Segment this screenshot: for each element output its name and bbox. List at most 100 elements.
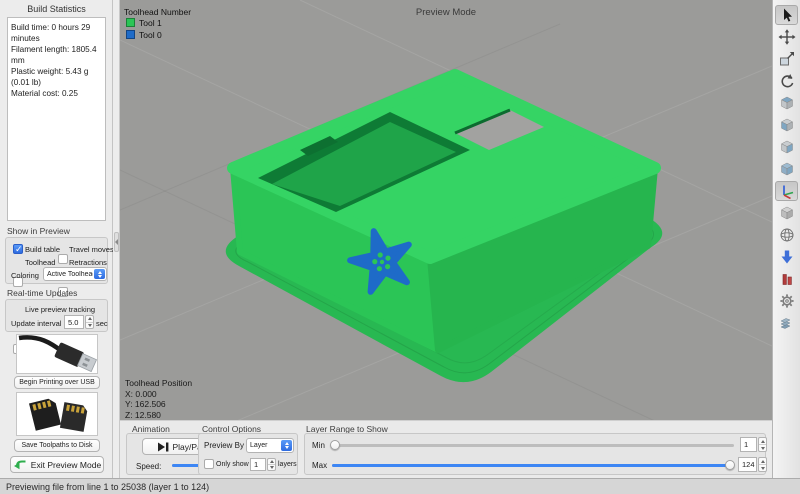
- move-icon: [778, 29, 796, 45]
- tool0-label: Tool 0: [139, 30, 162, 40]
- cube-side-view-icon: [778, 139, 796, 155]
- sd-cards-image[interactable]: [16, 392, 98, 436]
- simplify3d-preview-window: Build Statistics Build time: 0 hours 29 …: [0, 0, 800, 494]
- preview-mode-label: Preview Mode: [120, 7, 772, 18]
- usb-cable-image[interactable]: [16, 334, 98, 374]
- wireframe-sphere-icon: [778, 227, 796, 243]
- back-arrow-icon: [13, 459, 27, 470]
- min-layer-slider[interactable]: [332, 444, 734, 447]
- 3d-model-canvas: [120, 0, 772, 478]
- begin-printing-usb-button[interactable]: Begin Printing over USB: [14, 376, 100, 389]
- cursor-icon: [778, 7, 796, 23]
- stat-build-time: Build time: 0 hours 29 minutes: [11, 22, 102, 44]
- coloring-value: Active Toolhead: [47, 271, 93, 278]
- status-text: Previewing file from line 1 to 25038 (la…: [6, 482, 209, 492]
- toolhead-label: Toolhead: [25, 258, 55, 267]
- only-show-label: Only show: [216, 461, 249, 468]
- preview-3d-viewport[interactable]: Preview Mode Toolhead Number Tool 1 Tool…: [120, 0, 772, 478]
- sd-cards-icon: [17, 393, 97, 435]
- status-bar: Previewing file from line 1 to 25038 (la…: [0, 478, 800, 494]
- only-show-checkbox[interactable]: [204, 459, 214, 469]
- exit-preview-label: Exit Preview Mode: [31, 460, 101, 470]
- axes-icon: [778, 183, 796, 199]
- gear-icon: [778, 293, 796, 309]
- settings-button[interactable]: [775, 291, 798, 311]
- scale-tool[interactable]: [775, 49, 798, 69]
- max-slider-knob[interactable]: [725, 460, 735, 470]
- wireframe-toggle[interactable]: [775, 225, 798, 245]
- blue-down-arrow-icon: [778, 249, 796, 265]
- tool1-label: Tool 1: [139, 18, 162, 28]
- view-toolbar: [772, 0, 800, 478]
- coordinate-axes-toggle[interactable]: [775, 181, 798, 201]
- stat-material-cost: Material cost: 0.25: [11, 88, 102, 99]
- max-label: Max: [312, 461, 327, 470]
- layers-unit-label: layers: [278, 461, 297, 468]
- min-label: Min: [312, 441, 325, 450]
- rotate-icon: [778, 73, 796, 89]
- max-layer-slider[interactable]: [332, 464, 734, 467]
- cross-section-button[interactable]: [775, 313, 798, 333]
- cross-section-icon: [778, 315, 796, 331]
- view-side-button[interactable]: [775, 137, 798, 157]
- build-table-checkbox[interactable]: [13, 244, 23, 254]
- stat-plastic-weight: Plastic weight: 5.43 g (0.01 lb): [11, 66, 102, 88]
- retractions-label: Retractions: [69, 258, 107, 267]
- view-top-button[interactable]: [775, 93, 798, 113]
- update-interval-stepper[interactable]: [85, 315, 94, 329]
- live-preview-tracking-label: Live preview tracking: [25, 305, 95, 314]
- travel-moves-label: Travel moves: [69, 245, 114, 254]
- coloring-label: Coloring: [11, 271, 39, 280]
- update-interval-input[interactable]: 5.0: [64, 315, 84, 329]
- toolhead-y: Y: 162.506: [125, 399, 192, 410]
- cube-iso-view-icon: [778, 161, 796, 177]
- only-show-stepper[interactable]: [267, 458, 276, 471]
- save-toolpaths-label: Save Toolpaths to Disk: [21, 442, 92, 449]
- max-layer-input[interactable]: 124: [738, 457, 757, 472]
- speed-label: Speed:: [136, 462, 161, 471]
- preview-by-label: Preview By: [204, 441, 244, 450]
- move-tool[interactable]: [775, 27, 798, 47]
- toolhead-x: X: 0.000: [125, 389, 192, 400]
- view-iso-button[interactable]: [775, 159, 798, 179]
- view-front-button[interactable]: [775, 115, 798, 135]
- supports-icon: [778, 271, 796, 287]
- min-layer-stepper[interactable]: [758, 437, 767, 452]
- dropdown-arrows-icon: [281, 440, 292, 451]
- solid-model-toggle[interactable]: [775, 203, 798, 223]
- coloring-dropdown[interactable]: Active Toolhead: [43, 267, 107, 281]
- max-layer-stepper[interactable]: [758, 457, 767, 472]
- build-table-label: Build table: [25, 245, 60, 254]
- min-layer-input[interactable]: 1: [740, 437, 757, 452]
- rotate-tool[interactable]: [775, 71, 798, 91]
- cube-front-view-icon: [778, 117, 796, 133]
- layer-range-group: [304, 433, 766, 475]
- begin-printing-usb-label: Begin Printing over USB: [19, 379, 94, 386]
- cube-top-view-icon: [778, 95, 796, 111]
- drop-to-bed-button[interactable]: [775, 247, 798, 267]
- select-cursor-tool[interactable]: [775, 5, 798, 25]
- preview-by-dropdown[interactable]: Layer: [246, 438, 294, 453]
- build-stats-box: Build time: 0 hours 29 minutes Filament …: [7, 17, 106, 221]
- save-toolpaths-button[interactable]: Save Toolpaths to Disk: [14, 439, 100, 452]
- exit-preview-button[interactable]: Exit Preview Mode: [10, 456, 104, 473]
- scale-icon: [778, 51, 796, 67]
- panel-title: Build Statistics: [0, 4, 113, 14]
- splitter-collapse-handle[interactable]: [114, 232, 119, 252]
- dropdown-arrows-icon: [94, 269, 105, 279]
- usb-cable-icon: [17, 335, 97, 373]
- only-show-input[interactable]: 1: [250, 458, 266, 471]
- legend-title: Toolhead Number: [124, 7, 191, 17]
- preview-by-value: Layer: [250, 442, 280, 449]
- min-slider-knob[interactable]: [330, 440, 340, 450]
- travel-moves-checkbox[interactable]: [58, 254, 68, 264]
- panel-splitter[interactable]: [113, 0, 120, 478]
- toolhead-position-title: Toolhead Position: [125, 378, 192, 389]
- tool0-swatch: [126, 30, 135, 39]
- toolhead-z: Z: 12.580: [125, 410, 192, 421]
- stat-filament-length: Filament length: 1805.4 mm: [11, 44, 102, 66]
- supports-tool-button[interactable]: [775, 269, 798, 289]
- solid-cube-icon: [778, 205, 796, 221]
- toolhead-position-block: Toolhead Position X: 0.000 Y: 162.506 Z:…: [125, 378, 192, 420]
- update-interval-label: Update interval: [11, 319, 61, 328]
